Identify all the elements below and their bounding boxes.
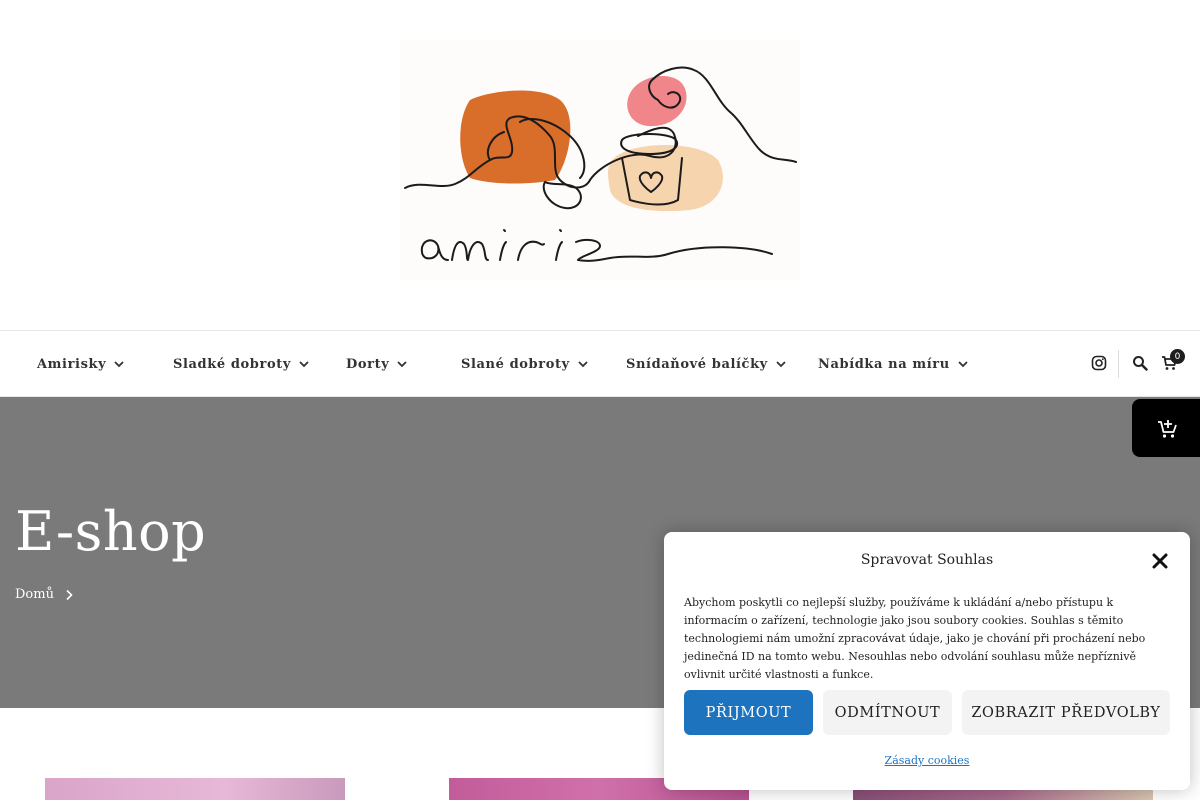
chevron-down-icon [299,361,309,368]
chevron-right-icon [66,589,73,600]
cart-count-badge: 0 [1170,349,1185,364]
view-preferences-button[interactable]: ZOBRAZIT PŘEDVOLBY [962,690,1170,735]
nav-item-label: Snídaňové balíčky [626,356,768,372]
breadcrumb: Domů [15,587,74,602]
chevron-down-icon [397,361,407,368]
chevron-down-icon [958,361,968,368]
nav-item-label: Sladké dobroty [173,356,291,372]
deny-button[interactable]: ODMÍTNOUT [823,690,952,735]
nav-item-slane-dobroty[interactable]: Slané dobroty [461,331,588,397]
nav-item-label: Nabídka na míru [818,356,950,372]
site-logo[interactable] [400,40,800,280]
accept-button[interactable]: PŘIJMOUT [684,690,813,735]
page-title: E-shop [15,500,207,563]
nav-item-dorty[interactable]: Dorty [346,331,407,397]
nav-item-snidanove-balicky[interactable]: Snídaňové balíčky [626,331,786,397]
cookie-dialog-title: Spravovat Souhlas [860,552,994,568]
nav-item-nabidka-na-miru[interactable]: Nabídka na míru [818,331,968,397]
nav-divider [1118,350,1119,378]
nav-item-label: Amirisky [37,356,107,372]
breadcrumb-home-link[interactable]: Domů [15,587,54,602]
chevron-down-icon [578,361,588,368]
logo-illustration [404,66,797,262]
close-icon[interactable] [1150,551,1170,571]
site-header [0,0,1200,330]
main-nav: Amirisky Sladké dobroty Dorty Slané dobr… [0,330,1200,397]
chevron-down-icon [114,361,124,368]
search-icon[interactable] [1132,355,1148,371]
add-to-cart-icon [1158,420,1177,438]
product-image[interactable] [45,778,345,800]
nav-item-sladke-dobroty[interactable]: Sladké dobroty [173,331,309,397]
cookie-consent-dialog: Spravovat Souhlas Abychom poskytli co ne… [664,532,1190,790]
nav-item-label: Dorty [346,356,390,372]
cookie-policy-link[interactable]: Zásady cookies [664,754,1190,767]
floating-cart-button[interactable] [1132,399,1200,457]
nav-item-label: Slané dobroty [461,356,570,372]
instagram-icon[interactable] [1091,355,1107,371]
chevron-down-icon [776,361,786,368]
nav-item-amirisky[interactable]: Amirisky [37,331,124,397]
cookie-dialog-text: Abychom poskytli co nejlepší služby, pou… [684,596,1146,681]
